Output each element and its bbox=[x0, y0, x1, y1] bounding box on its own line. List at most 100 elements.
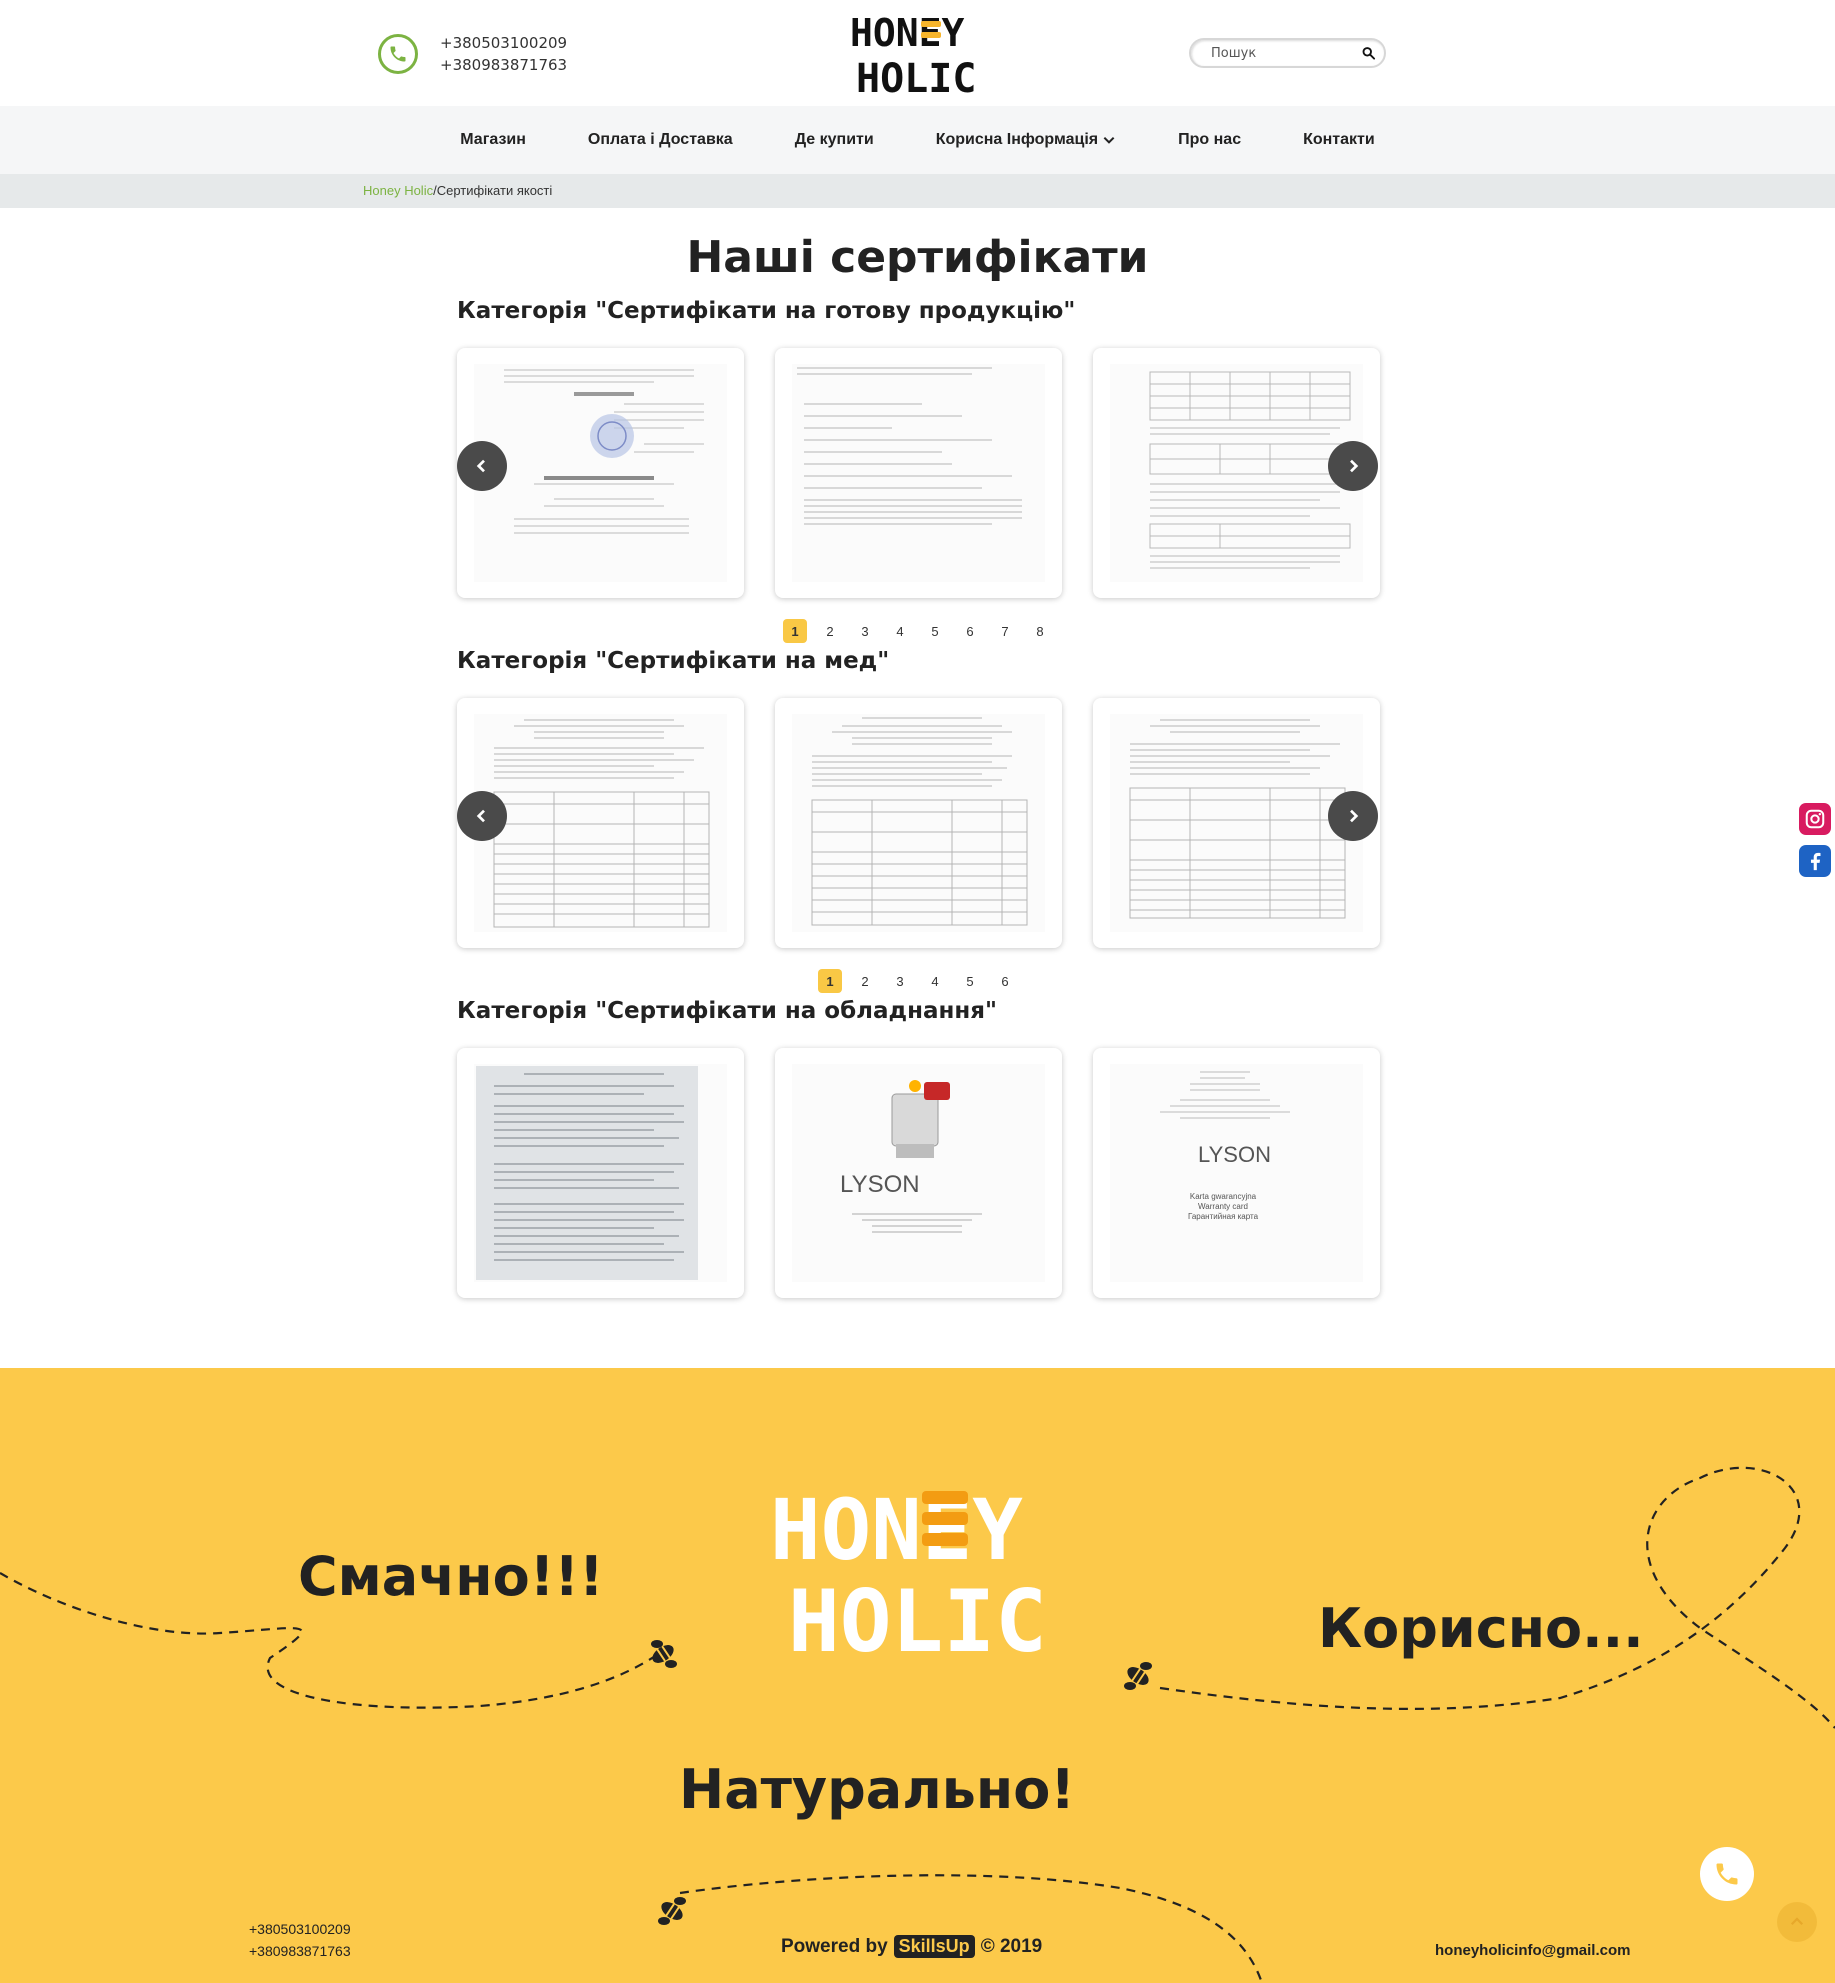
nav-label: Оплата і Доставка bbox=[587, 131, 733, 148]
page-dot[interactable]: 6 bbox=[993, 969, 1017, 993]
logo-honey-bar bbox=[921, 32, 941, 38]
chevron-left-icon bbox=[476, 809, 485, 823]
search-icon[interactable] bbox=[1361, 45, 1376, 61]
certificate-image bbox=[792, 714, 1045, 932]
page-dot[interactable]: 4 bbox=[888, 619, 912, 643]
nav-label: Корисна Інформація bbox=[935, 131, 1099, 148]
certificate-image bbox=[474, 364, 727, 582]
carousel-pagination: 1 2 3 4 5 6 bbox=[818, 969, 1028, 993]
footer-phone-1[interactable]: +380503100209 bbox=[249, 1918, 351, 1940]
logo-honey-bar bbox=[921, 21, 941, 27]
callback-button[interactable] bbox=[1700, 1847, 1754, 1901]
nav-label: Магазин bbox=[460, 131, 526, 148]
facebook-button[interactable] bbox=[1799, 845, 1831, 877]
page-dot[interactable]: 8 bbox=[1028, 619, 1052, 643]
certificate-card[interactable] bbox=[775, 348, 1062, 598]
certificate-image bbox=[474, 1064, 727, 1282]
logo-line-1: HONEY bbox=[850, 11, 965, 55]
category-title: Категорія "Сертифікати на мед" bbox=[457, 648, 890, 674]
slogan-natural: Натурально! bbox=[679, 1758, 1075, 1821]
category-title: Категорія "Сертифікати на готову продукц… bbox=[457, 298, 1076, 324]
header-phones: +380503100209 +380983871763 bbox=[378, 32, 567, 76]
page-dot[interactable]: 3 bbox=[853, 619, 877, 643]
skillsup-logo[interactable]: SkillsUp bbox=[893, 1935, 975, 1958]
bee-icon bbox=[1124, 1662, 1152, 1690]
page-dot[interactable]: 2 bbox=[818, 619, 842, 643]
certificate-carousel bbox=[457, 348, 1381, 598]
brand-name: LYSON bbox=[1198, 1142, 1271, 1167]
footer-logo-line-1: HONEY bbox=[770, 1481, 1023, 1579]
chevron-left-icon bbox=[476, 459, 485, 473]
warranty-line: Warranty card bbox=[1198, 1202, 1248, 1211]
logo-line-2: HOLIC bbox=[856, 56, 976, 98]
chevron-right-icon bbox=[1350, 809, 1359, 823]
slogan-tasty: Смачно!!! bbox=[298, 1545, 604, 1608]
certificate-card[interactable]: LYSON Karta gwarancyjna Warranty card Га… bbox=[1093, 1048, 1380, 1298]
breadcrumb: Honey Holic/Сертифікати якості bbox=[0, 174, 1835, 208]
nav-item-contacts[interactable]: Контакти bbox=[1303, 131, 1375, 149]
carousel-prev-button[interactable] bbox=[457, 791, 507, 841]
carousel-next-button[interactable] bbox=[1328, 441, 1378, 491]
page-dot[interactable]: 5 bbox=[923, 619, 947, 643]
certificate-image bbox=[474, 714, 727, 932]
certificate-image: LYSON bbox=[792, 1064, 1045, 1282]
certificate-card[interactable] bbox=[775, 698, 1062, 948]
certificate-image bbox=[1110, 364, 1363, 582]
nav-item-payment-delivery[interactable]: Оплата і Доставка bbox=[588, 131, 733, 149]
chevron-down-icon bbox=[1103, 136, 1115, 144]
page-dot[interactable]: 5 bbox=[958, 969, 982, 993]
nav-item-where-to-buy[interactable]: Де купити bbox=[795, 131, 874, 149]
scroll-to-top-button[interactable] bbox=[1777, 1902, 1817, 1942]
page-dot[interactable]: 6 bbox=[958, 619, 982, 643]
footer-phone-2[interactable]: +380983871763 bbox=[249, 1940, 351, 1962]
page-dot[interactable]: 1 bbox=[818, 969, 842, 993]
logo[interactable]: HONEY HOLIC bbox=[846, 8, 988, 98]
page-dot[interactable]: 7 bbox=[993, 619, 1017, 643]
certificate-image bbox=[1110, 714, 1363, 932]
header-phone-1[interactable]: +380503100209 bbox=[440, 32, 567, 54]
certificate-card[interactable] bbox=[457, 1048, 744, 1298]
page-dot[interactable]: 4 bbox=[923, 969, 947, 993]
phone-icon bbox=[1716, 1863, 1738, 1885]
footer-logo: HONEY HOLIC bbox=[770, 1481, 1047, 1657]
page-dot[interactable]: 3 bbox=[888, 969, 912, 993]
nav-item-about[interactable]: Про нас bbox=[1178, 131, 1241, 149]
bee-icon bbox=[651, 1640, 677, 1668]
carousel-prev-button[interactable] bbox=[457, 441, 507, 491]
nav-label: Де купити bbox=[794, 131, 874, 148]
certificate-card[interactable]: LYSON bbox=[775, 1048, 1062, 1298]
page-dot[interactable]: 1 bbox=[783, 619, 807, 643]
header: +380503100209 +380983871763 HONEY HOLIC bbox=[0, 0, 1835, 106]
breadcrumb-home[interactable]: Honey Holic bbox=[363, 183, 433, 198]
nav-item-shop[interactable]: Магазин bbox=[460, 131, 526, 149]
brand-name: LYSON bbox=[840, 1171, 920, 1198]
bee-icon bbox=[658, 1897, 686, 1925]
breadcrumb-current: Сертифікати якості bbox=[436, 183, 553, 198]
category-title: Категорія "Сертифікати на обладнання" bbox=[457, 998, 998, 1024]
powered-prefix: Powered by bbox=[781, 1935, 888, 1957]
nav-label: Контакти bbox=[1303, 131, 1375, 148]
warranty-line: Гарантийная карта bbox=[1188, 1212, 1259, 1221]
page-title: Наші сертифікати bbox=[686, 232, 1149, 283]
bee-flight-paths bbox=[0, 1466, 1835, 1983]
warranty-line: Karta gwarancyjna bbox=[1190, 1192, 1257, 1201]
footer-phones: +380503100209 +380983871763 bbox=[249, 1918, 351, 1962]
carousel-next-button[interactable] bbox=[1328, 791, 1378, 841]
main-nav: Магазин Оплата і Доставка Де купити Кори… bbox=[0, 106, 1835, 174]
chevron-right-icon bbox=[1350, 459, 1359, 473]
slogan-healthy: Корисно... bbox=[1318, 1597, 1644, 1660]
nav-item-useful-info[interactable]: Корисна Інформація bbox=[936, 131, 1116, 149]
certificate-image bbox=[792, 364, 1045, 582]
powered-by: Powered by SkillsUp © 2019 bbox=[781, 1935, 1042, 1958]
header-phone-2[interactable]: +380983871763 bbox=[440, 54, 567, 76]
page-dot[interactable]: 2 bbox=[853, 969, 877, 993]
footer: HONEY HOLIC Смачно!!! Корисно... Натурал… bbox=[0, 1368, 1835, 1983]
copyright: © 2019 bbox=[980, 1935, 1043, 1957]
certificate-image: LYSON Karta gwarancyjna Warranty card Га… bbox=[1110, 1064, 1363, 1282]
footer-logo-line-2: HOLIC bbox=[788, 1572, 1047, 1657]
footer-email[interactable]: honeyholicinfo@gmail.com bbox=[1435, 1942, 1630, 1959]
carousel-pagination: 1 2 3 4 5 6 7 8 bbox=[783, 619, 1063, 643]
instagram-button[interactable] bbox=[1799, 803, 1831, 835]
phone-icon bbox=[378, 34, 418, 74]
search-input[interactable] bbox=[1211, 45, 1361, 61]
